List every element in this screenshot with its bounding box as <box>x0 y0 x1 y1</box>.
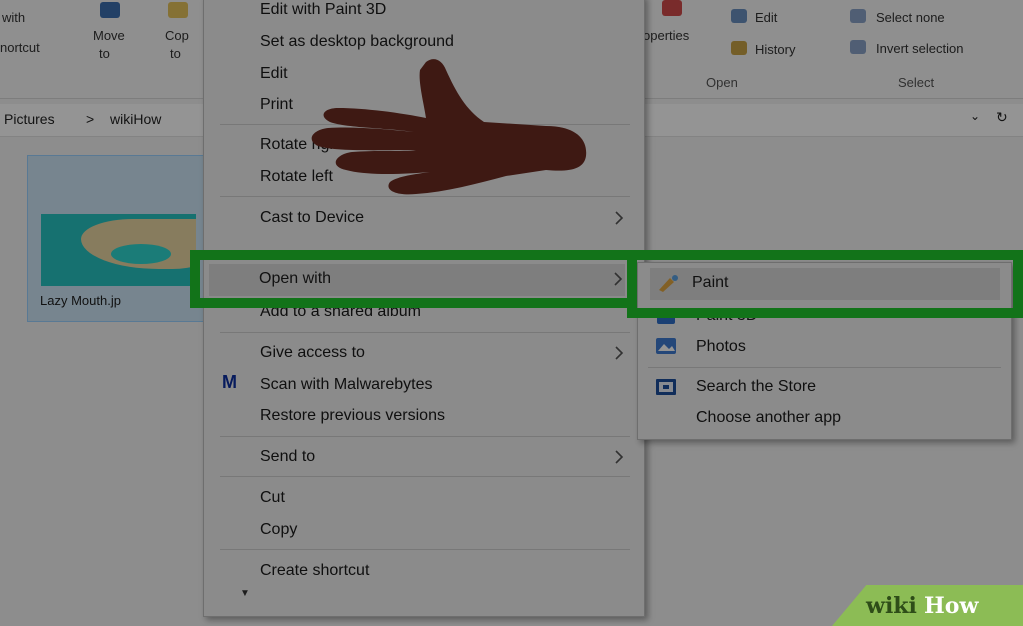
chevron-right-icon <box>612 346 626 360</box>
menu-separator <box>220 549 630 550</box>
menu-separator <box>220 436 630 437</box>
open-with-label: Open with <box>259 270 332 287</box>
copy-to-icon <box>168 2 188 18</box>
edit-icon <box>731 9 747 23</box>
select-none-button[interactable]: Select none <box>876 10 945 25</box>
invert-selection-icon <box>850 40 866 54</box>
file-name: Lazy Mouth.jp <box>40 293 121 308</box>
submenu-item-choose-another-app[interactable]: Choose another app <box>696 409 841 427</box>
malwarebytes-icon: M <box>222 372 237 392</box>
move-to-button[interactable]: Move <box>93 28 125 43</box>
hand-pointer-icon <box>311 59 587 195</box>
menu-separator <box>220 476 630 477</box>
menu-item-cut[interactable]: Cut <box>260 489 285 507</box>
ribbon-group-open: Open <box>706 75 738 90</box>
chevron-right-icon <box>612 211 626 225</box>
edit-button[interactable]: Edit <box>755 10 777 25</box>
properties-button[interactable]: operties <box>643 28 689 43</box>
menu-item-edit-paint3d[interactable]: Edit with Paint 3D <box>260 1 386 19</box>
move-to-icon <box>100 2 120 18</box>
paint-icon <box>659 275 678 292</box>
move-to-label-2: to <box>99 46 110 61</box>
menu-item-open-with[interactable]: Open with <box>209 264 625 296</box>
ribbon-item-with[interactable]: with <box>2 10 25 25</box>
menu-item-copy[interactable]: Copy <box>260 521 297 539</box>
refresh-icon[interactable]: ↻ <box>996 109 1008 126</box>
watermark-wiki: wiki <box>866 593 917 619</box>
copy-to-button[interactable]: Cop <box>165 28 189 43</box>
store-icon <box>656 379 676 395</box>
menu-item-set-desktop-background[interactable]: Set as desktop background <box>260 33 454 51</box>
menu-item-create-shortcut[interactable]: Create shortcut <box>260 562 369 580</box>
copy-to-label-2: to <box>170 46 181 61</box>
properties-icon <box>662 0 682 16</box>
submenu-separator <box>648 367 1001 368</box>
ribbon-item-shortcut[interactable]: nortcut <box>0 40 40 55</box>
chevron-right-icon <box>612 450 626 464</box>
menu-item-scan-malwarebytes[interactable]: Scan with Malwarebytes <box>260 376 433 394</box>
submenu-item-photos[interactable]: Photos <box>696 338 746 356</box>
menu-item-edit[interactable]: Edit <box>260 65 288 83</box>
menu-item-give-access-to[interactable]: Give access to <box>260 344 365 362</box>
chevron-right-icon <box>611 272 625 286</box>
file-thumbnail[interactable]: Lazy Mouth.jp <box>27 155 207 322</box>
history-button[interactable]: History <box>755 42 795 57</box>
breadcrumb-separator: > <box>86 111 95 127</box>
menu-item-restore-previous-versions[interactable]: Restore previous versions <box>260 407 445 425</box>
submenu-item-search-store[interactable]: Search the Store <box>696 378 816 396</box>
watermark-how: How <box>924 593 979 619</box>
menu-item-cast-to-device[interactable]: Cast to Device <box>260 209 364 227</box>
chevron-down-icon[interactable]: ⌄ <box>970 109 980 123</box>
breadcrumb-pictures[interactable]: Pictures <box>4 111 55 127</box>
menu-item-send-to[interactable]: Send to <box>260 448 315 466</box>
breadcrumb-wikihow[interactable]: wikiHow <box>110 111 161 127</box>
paint-label: Paint <box>692 274 729 291</box>
menu-separator <box>220 332 630 333</box>
select-none-icon <box>850 9 866 23</box>
more-items-arrow-icon[interactable]: ▼ <box>240 588 250 599</box>
ribbon-group-select: Select <box>898 75 935 90</box>
submenu-item-paint[interactable]: Paint <box>650 268 1000 300</box>
history-icon <box>731 41 747 55</box>
menu-item-print[interactable]: Print <box>260 96 293 114</box>
invert-selection-button[interactable]: Invert selection <box>876 41 963 56</box>
photos-icon <box>656 338 676 354</box>
thumbnail-image <box>41 214 196 286</box>
